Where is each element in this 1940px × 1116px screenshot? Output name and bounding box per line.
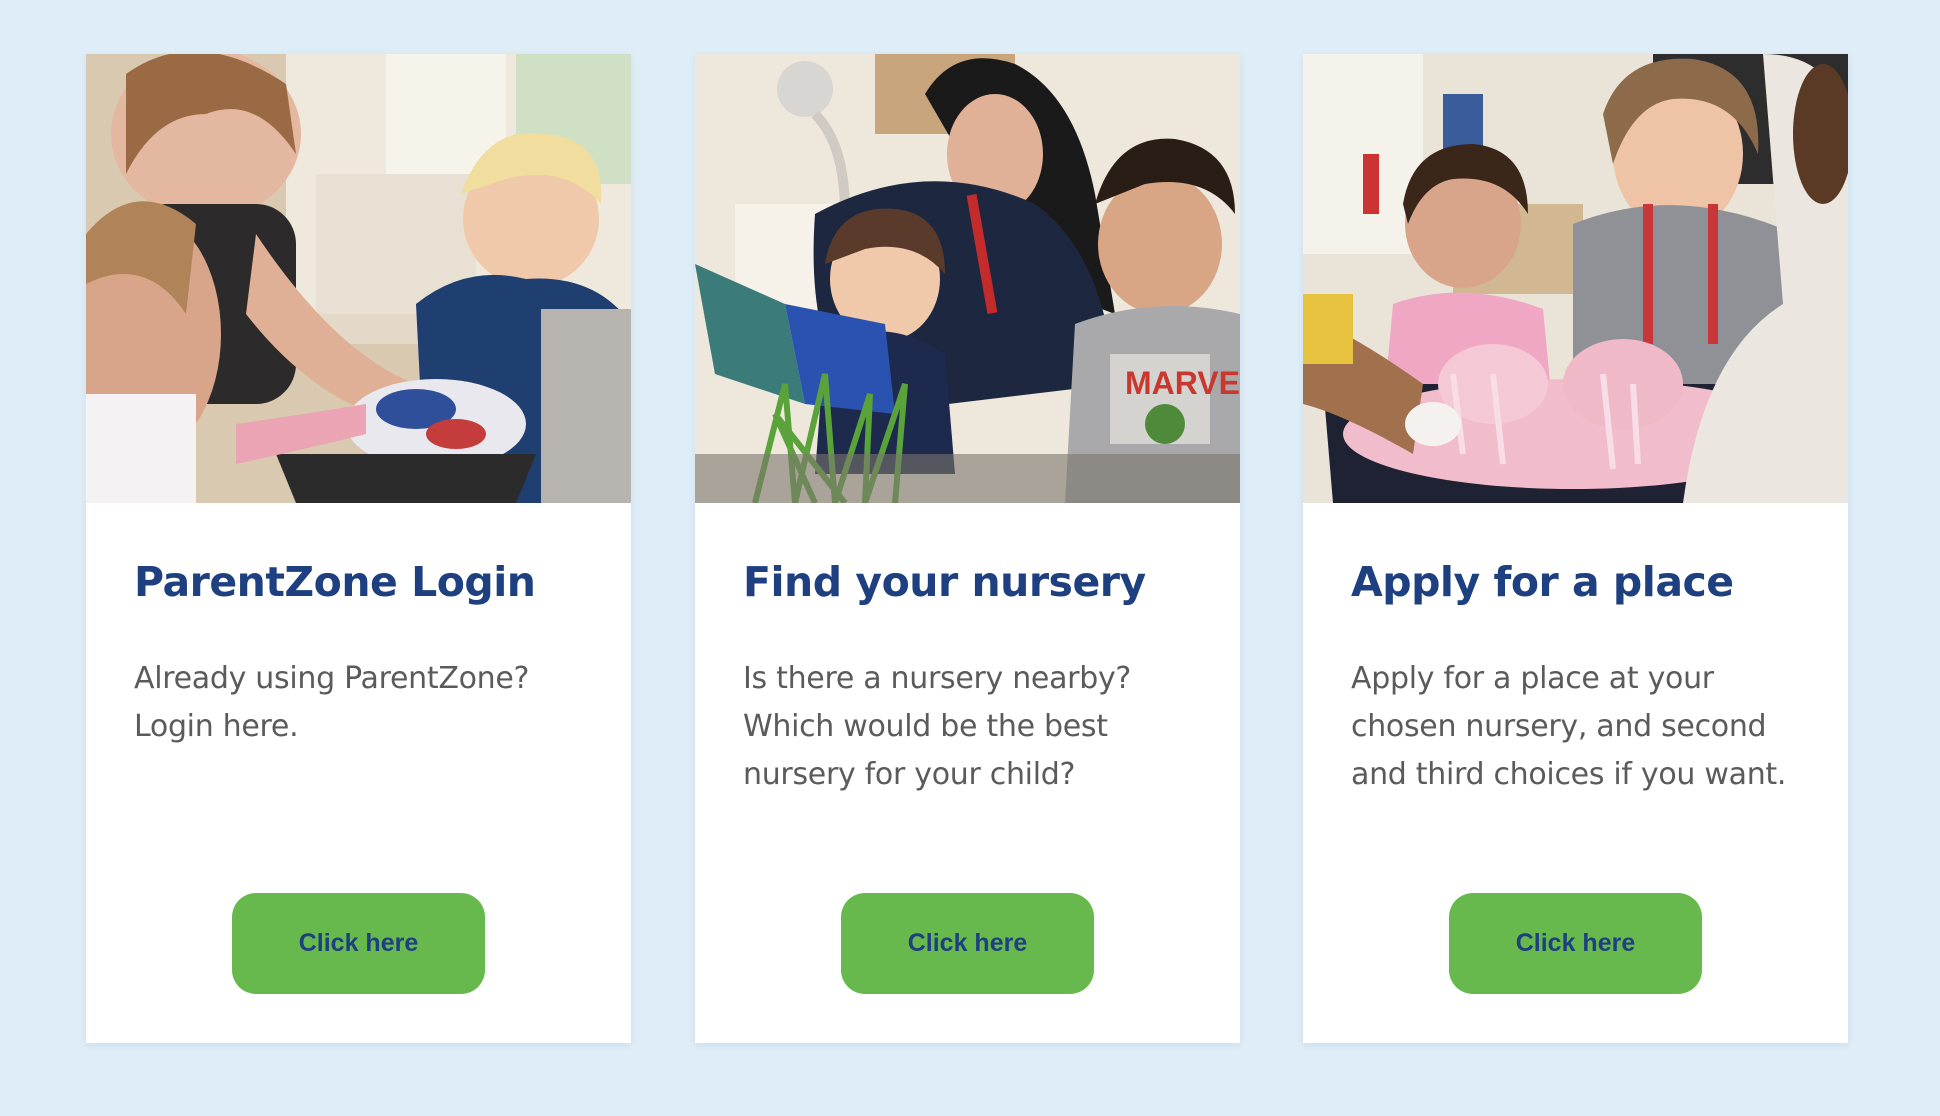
card-photo-sensory-play (86, 54, 631, 503)
parentzone-login-button[interactable]: Click here (232, 893, 485, 994)
card-title: Apply for a place (1351, 558, 1734, 606)
card-description: Already using ParentZone? Login here. (134, 661, 530, 744)
card-photo-reading-together: MARVEL (695, 54, 1240, 503)
card-apply-for-a-place: Apply for a place Apply for a place at y… (1303, 54, 1848, 1043)
find-your-nursery-button[interactable]: Click here (841, 893, 1094, 994)
card-description: Apply for a place at your chosen nursery… (1351, 661, 1787, 792)
card-title: ParentZone Login (134, 558, 536, 606)
apply-for-a-place-button[interactable]: Click here (1449, 893, 1702, 994)
card-parentzone-login: ParentZone Login Already using ParentZon… (86, 54, 631, 1043)
card-description: Is there a nursery nearby? Which would b… (743, 661, 1132, 792)
page: ParentZone Login Already using ParentZon… (0, 0, 1940, 1116)
svg-text:MARVEL: MARVEL (1125, 365, 1240, 401)
card-title: Find your nursery (743, 558, 1146, 606)
card-photo-slime-play (1303, 54, 1848, 503)
card-find-your-nursery: MARVEL Find your nursery Is there a nurs… (695, 54, 1240, 1043)
